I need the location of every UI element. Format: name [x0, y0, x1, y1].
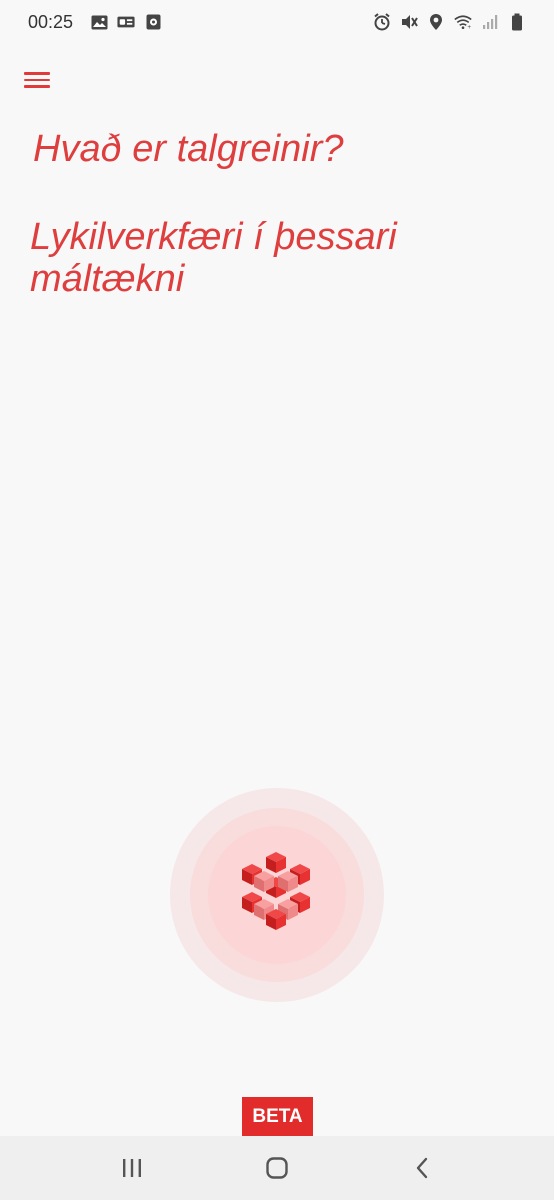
- record-button[interactable]: [170, 788, 384, 1002]
- menu-line: [24, 72, 50, 75]
- cube-logo-icon: [242, 852, 310, 930]
- svg-text:+: +: [467, 25, 471, 31]
- navigation-bar: [0, 1136, 554, 1200]
- beta-badge: BETA: [242, 1097, 313, 1136]
- alarm-icon: [373, 13, 391, 31]
- status-right: +: [373, 13, 526, 31]
- messenger-icon: [117, 13, 135, 31]
- back-icon[interactable]: [400, 1150, 444, 1186]
- recents-icon[interactable]: [110, 1150, 154, 1186]
- status-time: 00:25: [28, 11, 74, 32]
- location-icon: [427, 13, 445, 31]
- mute-icon: [400, 13, 418, 31]
- home-icon[interactable]: [255, 1150, 299, 1186]
- app-screen: 00:25 + Hvað er talgreinir? Lykilverkfær…: [0, 0, 554, 1200]
- status-left: 00:25: [28, 12, 162, 33]
- suggestion-1[interactable]: Hvað er talgreinir?: [33, 128, 513, 170]
- menu-line: [24, 78, 50, 81]
- menu-line: [24, 85, 50, 88]
- hamburger-menu-icon[interactable]: [24, 68, 52, 92]
- battery-icon: [508, 13, 526, 31]
- tv-icon: [144, 13, 162, 31]
- wifi-icon: +: [454, 13, 472, 31]
- suggestion-2[interactable]: Lykilverkfæri í þessari máltækni: [30, 216, 510, 300]
- gallery-icon: [90, 13, 108, 31]
- status-bar: 00:25 +: [0, 0, 554, 44]
- signal-icon: [481, 13, 499, 31]
